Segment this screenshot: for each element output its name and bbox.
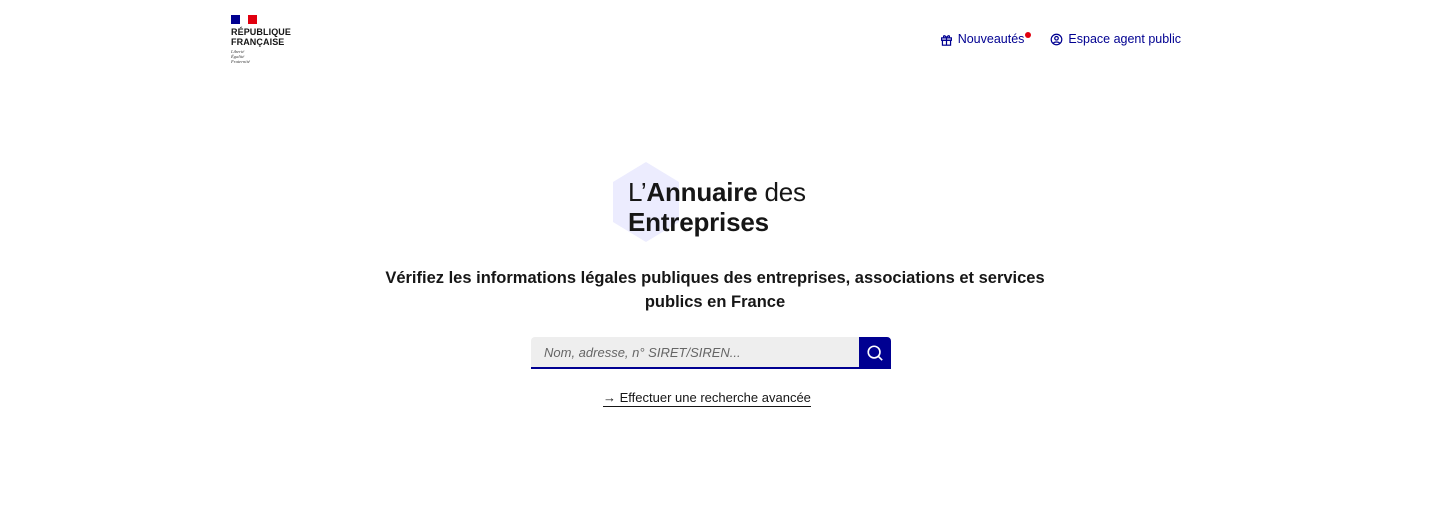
gift-icon — [940, 34, 952, 46]
search-input[interactable] — [531, 337, 859, 369]
republique-francaise-logo[interactable]: RÉPUBLIQUE FRANÇAISE Liberté Égalité Fra… — [231, 15, 301, 64]
arrow-right-icon: → — [603, 390, 616, 405]
site-header: RÉPUBLIQUE FRANÇAISE Liberté Égalité Fra… — [0, 0, 1430, 80]
brand-suffix: des — [757, 177, 807, 207]
header-nav: Nouveautés Espace agent public — [940, 32, 1181, 46]
brand-bold-entreprises: Entreprises — [628, 207, 769, 237]
search-icon — [867, 345, 883, 361]
annuaire-brand-logo: L’Annuaire des Entreprises — [611, 160, 831, 244]
advanced-search-label: Effectuer une recherche avancée — [619, 390, 811, 405]
news-link[interactable]: Nouveautés — [940, 32, 1032, 46]
search-button[interactable] — [859, 337, 891, 369]
logo-motto: Liberté Égalité Fraternité — [231, 49, 301, 64]
motto-fraternite: Fraternité — [231, 59, 250, 64]
agent-space-link[interactable]: Espace agent public — [1050, 32, 1181, 46]
agent-space-label: Espace agent public — [1068, 32, 1181, 46]
brand-title: L’Annuaire des Entreprises — [628, 177, 806, 237]
logo-name-line1: RÉPUBLIQUE — [231, 27, 292, 37]
advanced-search-link[interactable]: → Effectuer une recherche avancée — [603, 390, 811, 407]
user-circle-icon — [1051, 33, 1063, 45]
logo-name-line2: FRANÇAISE — [231, 37, 285, 47]
news-label: Nouveautés — [957, 32, 1025, 46]
brand-bold-annuaire: Annuaire — [646, 177, 758, 207]
search-form — [531, 337, 891, 369]
notification-dot — [1025, 32, 1032, 38]
brand-prefix: L’ — [628, 177, 647, 207]
french-flag-icon — [231, 15, 258, 24]
page-tagline: Vérifiez les informations légales publiq… — [385, 269, 1045, 311]
